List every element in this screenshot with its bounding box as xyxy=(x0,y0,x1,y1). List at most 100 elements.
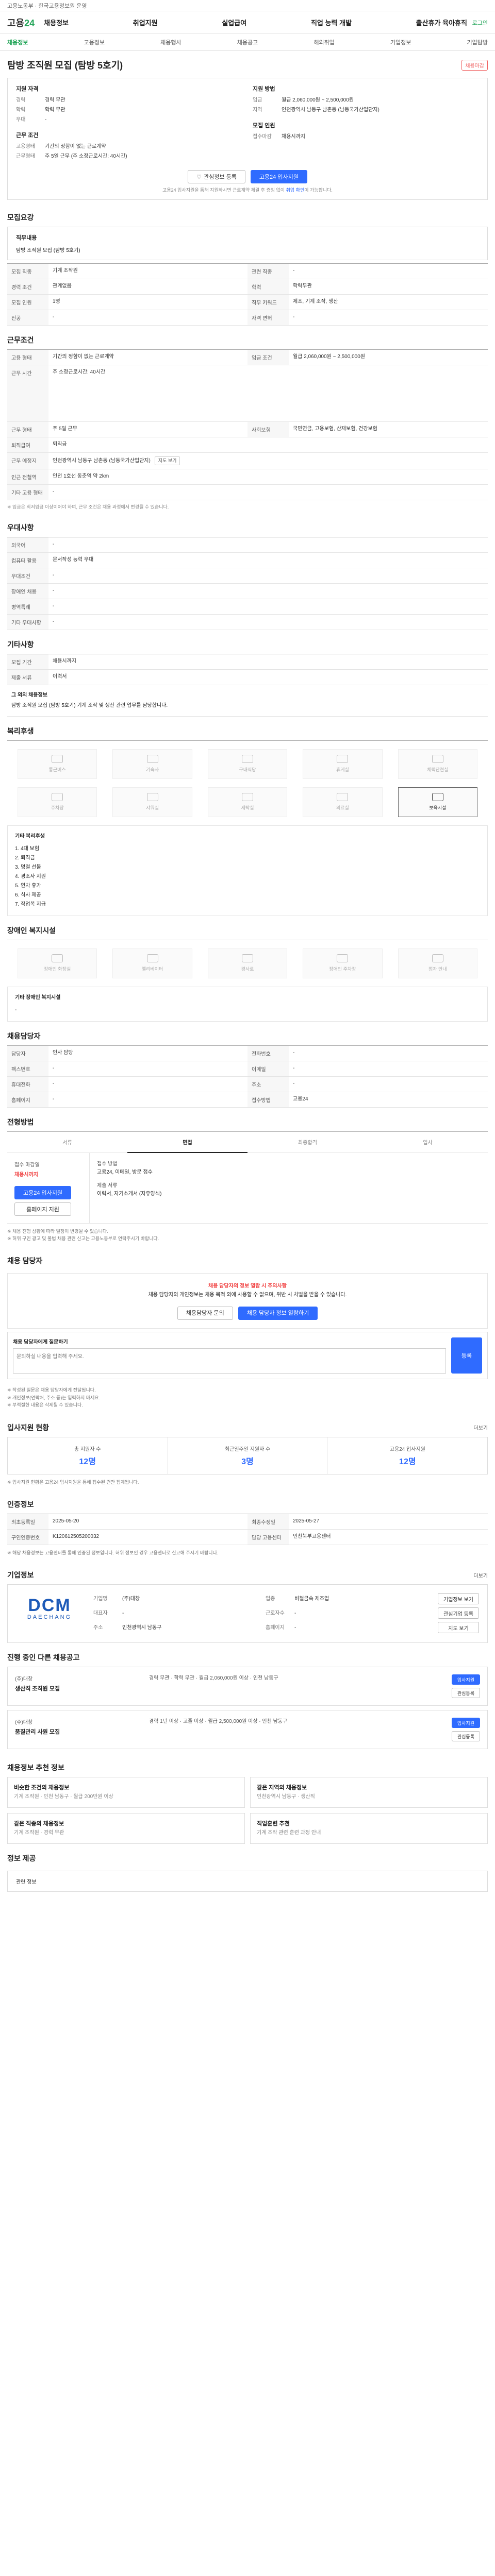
welfare-item: 세탁실 xyxy=(207,787,288,817)
qna-input-area: 채용 담당자에게 질문하기 등록 xyxy=(7,1332,488,1380)
qna-notes: ※ 작성된 질문은 채용 담당자에게 전달됩니다. ※ 개인정보(연락처, 주소… xyxy=(7,1387,101,1408)
ramp-icon xyxy=(241,954,253,963)
apply-homepage-button[interactable]: 홈페이지 지원 xyxy=(14,1202,71,1216)
summary-heading: 근무 조건 xyxy=(16,132,39,139)
page: 고용노동부 · 한국고용정보원 운영 고용24 채용정보 취업지원 실업급여 직… xyxy=(0,0,495,1892)
nav-item[interactable]: 채용정보 xyxy=(44,18,69,27)
elevator-icon xyxy=(146,954,158,963)
stat-item: 총 지원자 수 12명 xyxy=(8,1437,168,1474)
apply-notes: ※ 채용 진행 상황에 따라 일정이 변경될 수 있습니다. ※ 허위 구인 광… xyxy=(7,1228,159,1241)
company-map-button[interactable]: 지도 보기 xyxy=(438,1622,479,1634)
etc-table: 모집 기간 채용시까지 제출 서류 이력서 xyxy=(7,653,488,685)
summary-heading: 지원 자격 xyxy=(16,86,39,92)
laundry-icon xyxy=(241,793,253,802)
welfare-item: 샤워실 xyxy=(112,787,192,817)
section-title: 전형방법 xyxy=(7,1117,34,1126)
section-title: 채용담당자 xyxy=(7,1031,41,1040)
section-title: 우대사항 xyxy=(7,523,34,532)
step-item: 최종합격 xyxy=(248,1132,368,1153)
section-title: 인증정보 xyxy=(7,1500,34,1509)
priority-table: 외국어 - 컴퓨터 활용 문서작성 능력 우대 우대조건 - 장애인 채용 - 병역특례… xyxy=(7,536,488,630)
house-icon xyxy=(146,755,158,764)
welfare-item: 기숙사 xyxy=(112,749,192,779)
subnav-item[interactable]: 해외취업 xyxy=(314,38,334,46)
subnav-item[interactable]: 기업정보 xyxy=(390,38,411,46)
apply-online-button[interactable]: 고용24 입사지원 xyxy=(14,1185,71,1199)
subnav-item[interactable]: 채용공고 xyxy=(237,38,258,46)
section-title: 복리후생 xyxy=(7,726,34,735)
welfare-item: 구내식당 xyxy=(207,749,288,779)
stat-item: 고용24 입사지원 12명 xyxy=(389,1446,425,1466)
job-card[interactable]: (주)대창 품질관리 사원 모집 경력 1년 이상 · 고졸 이상 · 월급 2,… xyxy=(7,1710,488,1750)
section-title: 입사지원 현황 더보기 xyxy=(7,1423,488,1432)
parking-icon xyxy=(337,954,349,963)
topbar: 고용노동부 · 한국고용정보원 운영 xyxy=(0,0,495,11)
sub-nav: 채용정보 고용정보 채용행사 채용공고 해외취업 기업정보 기업탐방 xyxy=(0,34,495,51)
job-interest-button[interactable]: 관심등록 xyxy=(451,1731,480,1742)
job-apply-button[interactable]: 입사지원 xyxy=(451,1718,480,1728)
braille-icon xyxy=(432,954,443,963)
recommend-card[interactable]: 비슷한 조건의 채용정보 기계 조작원 · 인천 남동구 · 월급 200만원 이… xyxy=(7,1777,245,1808)
apply-steps: 서류 면접 최종합격 입사 xyxy=(7,1131,488,1153)
job-apply-button[interactable]: 입사지원 xyxy=(451,1674,480,1685)
employment-check-link[interactable]: 취업 확인 xyxy=(286,188,305,193)
section-title: 기업정보 더보기 xyxy=(7,1571,488,1580)
job-desc-box: 직무내용 탐방 조직원 모집 (탐방 5호기) xyxy=(7,227,488,260)
welfare-item: 통근버스 xyxy=(18,749,97,779)
disability-item: 점자 안내 xyxy=(398,948,477,978)
apply-body: 접수 마감일 채용시까지 고용24 입사지원 홈페이지 지원 접수 방법 고용2… xyxy=(7,1153,488,1224)
page-title: 탐방 조직원 모집 (탐방 5호기) xyxy=(7,60,123,71)
company-interest-button[interactable]: 관심기업 등록 xyxy=(438,1607,479,1619)
site-logo[interactable]: 고용24 xyxy=(7,16,35,29)
more-link[interactable]: 더보기 xyxy=(473,1571,488,1579)
welfare-list: 기타 복리후생 1. 4대 보험 2. 퇴직금 3. 명절 선물 4. 경조사 … xyxy=(7,825,488,916)
welfare-icons: 통근버스 기숙사 구내식당 휴게실 체력단련실 주차장 샤워실 세탁실 의료실 … xyxy=(7,740,488,825)
nav-item[interactable]: 취업지원 xyxy=(133,18,158,27)
step-item: 입사 xyxy=(368,1132,488,1153)
company-card: DCM DAECHANG 기업명 (주)대창 업종 비철금속 제조업 대표자 - 근로… xyxy=(7,1584,488,1643)
conditions-table: 고용 형태 기간의 정함이 없는 근로계약 임금 조건 월급 2,060,000원 ~… xyxy=(7,349,488,500)
save-interest-button[interactable]: ♡ 관심정보 등록 xyxy=(188,170,245,183)
subnav-item[interactable]: 채용행사 xyxy=(160,38,181,46)
info-table: 최초등록일 2025-05-20 최종수정일 2025-05-27 구인인증번호 K12… xyxy=(7,1513,488,1545)
summary-heading: 지원 방법 xyxy=(253,86,275,92)
welfare-item-active: 보육시설 xyxy=(398,787,477,817)
shower-icon xyxy=(146,793,158,802)
question-input[interactable] xyxy=(13,1348,446,1374)
company-logo: DCM DAECHANG xyxy=(27,1596,72,1621)
disability-list: 기타 장애인 복지시설 - xyxy=(7,986,488,1022)
subnav-item[interactable]: 고용정보 xyxy=(84,38,105,46)
login-link[interactable]: 로그인 xyxy=(472,20,488,26)
map-button[interactable]: 지도 보기 xyxy=(154,456,180,465)
etc-desc: 그 외의 채용정보 탐방 조직원 모집 (탐방 5호기) 기계 조작 및 생산 … xyxy=(7,685,488,717)
nav-item[interactable]: 실업급여 xyxy=(222,18,246,27)
inquiry-button[interactable]: 채용담당자 문의 xyxy=(177,1307,233,1320)
disability-item: 엘리베이터 xyxy=(112,948,192,978)
summary-heading: 모집 인원 xyxy=(253,123,275,129)
company-info-button[interactable]: 기업정보 보기 xyxy=(438,1593,479,1605)
recommend-card[interactable]: 같은 직종의 채용정보 기계 조작원 · 경력 무관 xyxy=(7,1812,245,1844)
more-link[interactable]: 더보기 xyxy=(473,1423,488,1431)
disability-item: 장애인 화장실 xyxy=(18,948,97,978)
manager-table: 담당자 인사 담당 전화번호 - 팩스번호 - 이메일 - 휴대전화 - 주소 - 홈페이지 - 접수… xyxy=(7,1045,488,1108)
submit-question-button[interactable]: 등록 xyxy=(451,1337,482,1374)
subnav-item[interactable]: 채용정보 xyxy=(7,38,28,46)
welfare-item: 휴게실 xyxy=(303,749,383,779)
bus-icon xyxy=(52,755,63,764)
main-nav: 채용정보 취업지원 실업급여 직업 능력 개발 출산휴가 육아휴직 xyxy=(44,18,467,27)
recommend-card[interactable]: 직업훈련 추천 기계 조작 관련 훈련 과정 안내 xyxy=(250,1812,488,1844)
section-title: 장애인 복지시설 xyxy=(7,926,56,935)
apply-button[interactable]: 고용24 입사지원 xyxy=(250,170,307,183)
stat-item: 최근일주일 지원자 수 3명 xyxy=(168,1437,328,1474)
job-card[interactable]: (주)대창 생산직 조직원 모집 경력 무관 · 학력 무관 · 월급 2,060… xyxy=(7,1667,488,1706)
job-interest-button[interactable]: 관심등록 xyxy=(451,1688,480,1699)
section-title: 근무조건 xyxy=(7,336,34,344)
welfare-item: 체력단련실 xyxy=(398,749,477,779)
summary-note: 고용24 입사지원을 통해 지원하시면 근로계약 체결 후 증빙 없이 취업 확… xyxy=(162,188,333,193)
nav-item[interactable]: 출산휴가 육아휴직 xyxy=(416,18,467,27)
summary-box: 지원 자격 경력 경력 무관 학력 학력 무관 우대 - 근무 조건 고용형태 기간의 … xyxy=(7,78,488,200)
subnav-item[interactable]: 기업탐방 xyxy=(467,38,487,46)
recommend-card[interactable]: 같은 지역의 채용정보 인천광역시 남동구 · 생산직 xyxy=(250,1777,488,1808)
view-manager-button[interactable]: 채용 담당자 정보 열람하기 xyxy=(238,1307,318,1320)
nav-item[interactable]: 직업 능력 개발 xyxy=(311,18,352,27)
